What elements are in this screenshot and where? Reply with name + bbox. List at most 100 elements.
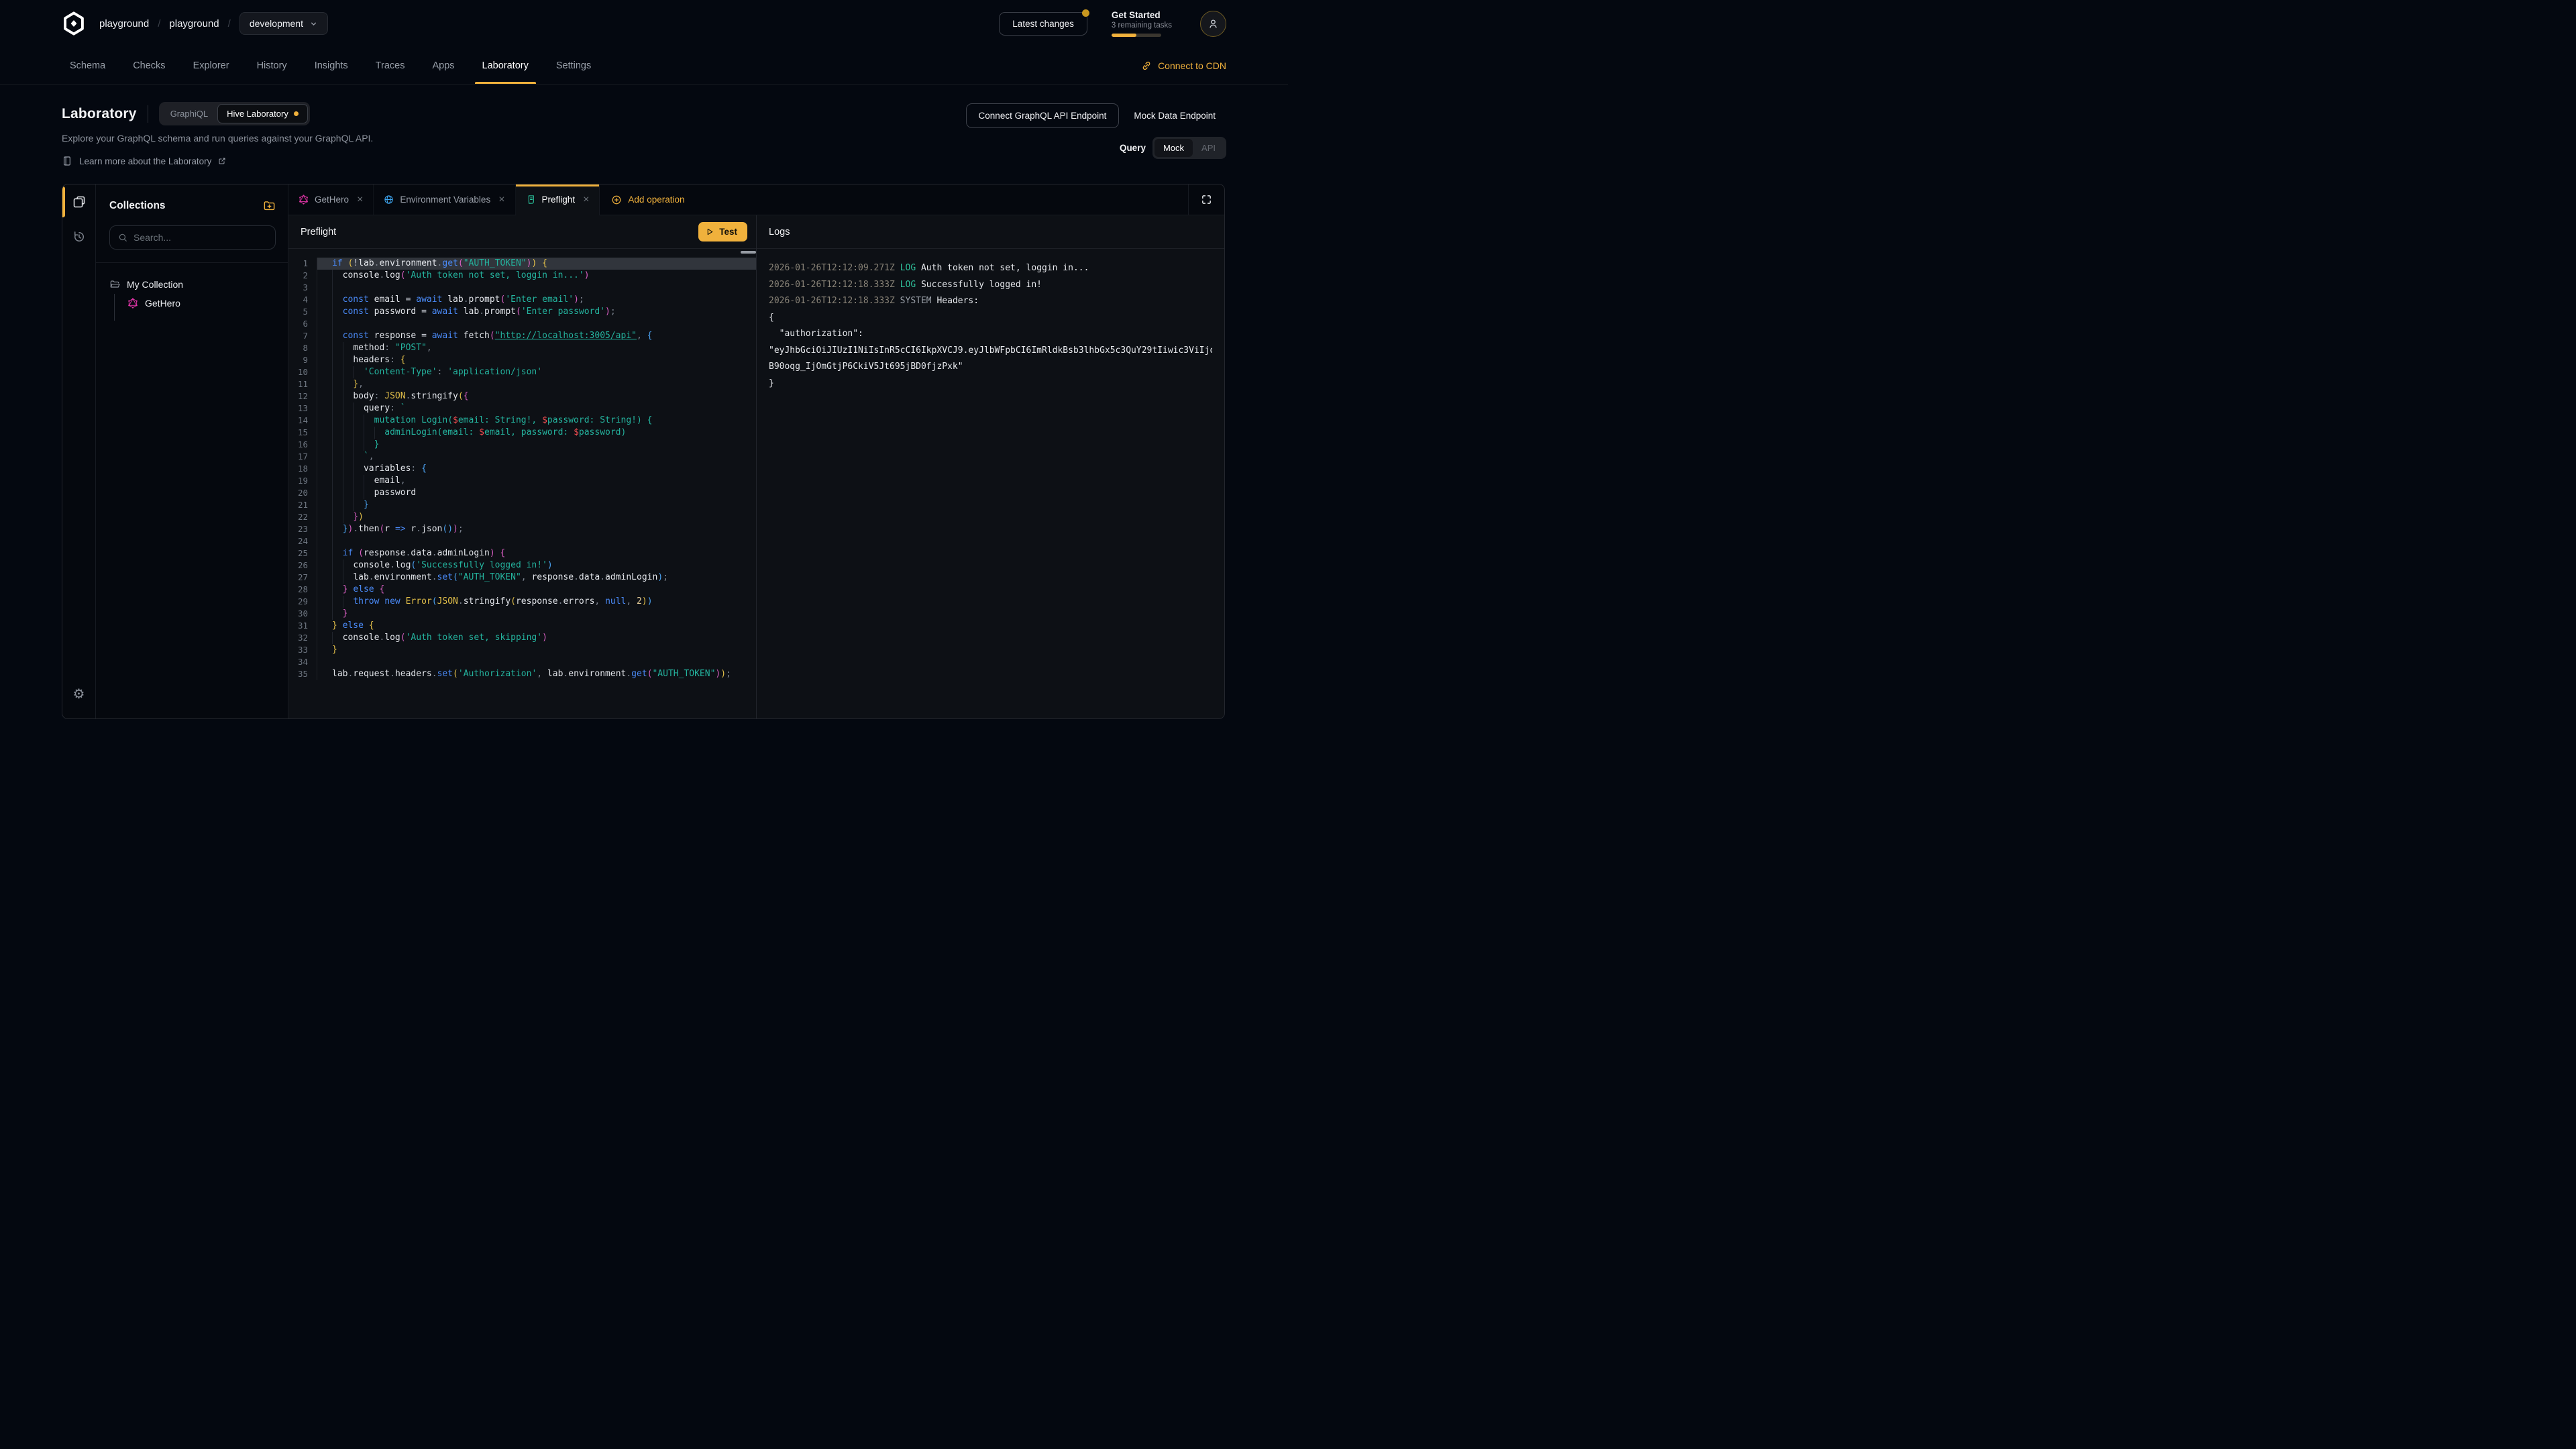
rail-settings-button[interactable]: ⚙ bbox=[62, 677, 95, 712]
log-line: 2026-01-26T12:12:18.333Z SYSTEM Headers: bbox=[769, 293, 1212, 310]
tab-label: Environment Variables bbox=[400, 195, 490, 205]
code-line[interactable]: 17 `, bbox=[288, 451, 756, 463]
folder-plus-icon[interactable] bbox=[263, 199, 276, 212]
line-number: 24 bbox=[288, 535, 317, 547]
code-line[interactable]: 27 lab.environment.set("AUTH_TOKEN", res… bbox=[288, 572, 756, 584]
code-line[interactable]: 6 bbox=[288, 318, 756, 330]
history-icon bbox=[72, 230, 86, 244]
indent-guide bbox=[332, 632, 333, 644]
indent-guide bbox=[332, 451, 333, 463]
rail-history-button[interactable] bbox=[62, 219, 95, 254]
code-line[interactable]: 28 } else { bbox=[288, 584, 756, 596]
line-number: 4 bbox=[288, 294, 317, 306]
mode-hive-laboratory[interactable]: Hive Laboratory bbox=[217, 104, 308, 123]
query-label: Query bbox=[1120, 143, 1146, 153]
query-mode-api[interactable]: API bbox=[1193, 139, 1224, 157]
close-tab-icon[interactable]: × bbox=[583, 195, 589, 205]
query-mode-mock[interactable]: Mock bbox=[1155, 139, 1193, 157]
code-line[interactable]: 32 console.log('Auth token set, skipping… bbox=[288, 632, 756, 644]
code-line[interactable]: 13 query: ` bbox=[288, 402, 756, 415]
code-editor[interactable]: 1if (!lab.environment.get("AUTH_TOKEN"))… bbox=[288, 249, 756, 718]
code-line[interactable]: 11 }, bbox=[288, 378, 756, 390]
fullscreen-button[interactable] bbox=[1188, 184, 1224, 215]
nav-tab-explorer[interactable]: Explorer bbox=[193, 47, 229, 84]
code-line[interactable]: 18 variables: { bbox=[288, 463, 756, 475]
latest-changes-button[interactable]: Latest changes bbox=[999, 12, 1087, 36]
hive-logo-icon[interactable] bbox=[62, 11, 86, 36]
code-line[interactable]: 10 'Content-Type': 'application/json' bbox=[288, 366, 756, 378]
get-started-subtitle: 3 remaining tasks bbox=[1112, 21, 1172, 30]
code-line[interactable]: 24 bbox=[288, 535, 756, 547]
mode-graphiql[interactable]: GraphiQL bbox=[161, 104, 217, 123]
connect-graphql-api-endpoint-button[interactable]: Connect GraphQL API Endpoint bbox=[966, 103, 1120, 128]
collection-operation-gethero[interactable]: GetHero bbox=[127, 295, 278, 311]
nav-tab-traces[interactable]: Traces bbox=[376, 47, 405, 84]
logs-output[interactable]: 2026-01-26T12:12:09.271Z LOG Auth token … bbox=[757, 249, 1224, 718]
code-line[interactable]: 19 email, bbox=[288, 475, 756, 487]
code-line[interactable]: 8 method: "POST", bbox=[288, 342, 756, 354]
code-line[interactable]: 3 bbox=[288, 282, 756, 294]
code-line[interactable]: 15 adminLogin(email: $email, password: $… bbox=[288, 427, 756, 439]
rail-collections-button[interactable] bbox=[62, 184, 95, 219]
code-line[interactable]: 7 const response = await fetch("http://l… bbox=[288, 330, 756, 342]
user-avatar[interactable] bbox=[1200, 11, 1226, 37]
tab-preflight[interactable]: Preflight× bbox=[516, 184, 600, 215]
ui-mode-toggle: GraphiQL Hive Laboratory bbox=[159, 102, 310, 125]
code-line[interactable]: 34 bbox=[288, 656, 756, 668]
get-started-widget[interactable]: Get Started 3 remaining tasks bbox=[1112, 10, 1172, 37]
code-line[interactable]: 30 } bbox=[288, 608, 756, 620]
code-line[interactable]: 21 } bbox=[288, 499, 756, 511]
code-line[interactable]: 9 headers: { bbox=[288, 354, 756, 366]
nav-tab-schema[interactable]: Schema bbox=[70, 47, 105, 84]
editor-scrollbar-thumb[interactable] bbox=[741, 251, 756, 254]
code-line[interactable]: 26 console.log('Successfully logged in!'… bbox=[288, 559, 756, 572]
code-line[interactable]: 16 } bbox=[288, 439, 756, 451]
breadcrumb-org[interactable]: playground bbox=[99, 18, 149, 30]
nav-tab-insights[interactable]: Insights bbox=[315, 47, 348, 84]
nav-tab-settings[interactable]: Settings bbox=[556, 47, 591, 84]
nav-tab-apps[interactable]: Apps bbox=[432, 47, 454, 84]
code-line[interactable]: 4 const email = await lab.prompt('Enter … bbox=[288, 294, 756, 306]
code-line[interactable]: 23 }).then(r => r.json()); bbox=[288, 523, 756, 535]
target-selector[interactable]: development bbox=[239, 12, 328, 35]
close-tab-icon[interactable]: × bbox=[498, 195, 504, 205]
indent-guide bbox=[332, 282, 333, 294]
mode-hive-laboratory-label: Hive Laboratory bbox=[227, 109, 288, 119]
tab-gethero[interactable]: GetHero × bbox=[288, 184, 374, 215]
collections-title: Collections bbox=[109, 200, 166, 212]
tab-environment-variables[interactable]: Environment Variables × bbox=[374, 184, 515, 215]
line-number: 3 bbox=[288, 282, 317, 294]
code-line[interactable]: 2 console.log('Auth token not set, loggi… bbox=[288, 270, 756, 282]
code-line[interactable]: 5 const password = await lab.prompt('Ent… bbox=[288, 306, 756, 318]
editor-tabstrip: GetHero×Environment Variables×Preflight×… bbox=[288, 184, 1224, 215]
search-icon bbox=[118, 233, 127, 242]
nav-tab-history[interactable]: History bbox=[257, 47, 287, 84]
code-line[interactable]: 31} else { bbox=[288, 620, 756, 632]
close-tab-icon[interactable]: × bbox=[357, 195, 363, 205]
code-line[interactable]: 29 throw new Error(JSON.stringify(respon… bbox=[288, 596, 756, 608]
collection-folder[interactable]: My Collection bbox=[109, 276, 278, 292]
editor-panel-title: Preflight bbox=[301, 227, 336, 237]
code-line[interactable]: 25 if (response.data.adminLogin) { bbox=[288, 547, 756, 559]
code-line[interactable]: 35lab.request.headers.set('Authorization… bbox=[288, 668, 756, 680]
line-number: 28 bbox=[288, 584, 317, 596]
code-line[interactable]: 33} bbox=[288, 644, 756, 656]
connect-to-cdn-link[interactable]: Connect to CDN bbox=[1141, 47, 1226, 84]
add-operation-button[interactable]: Add operation bbox=[600, 184, 696, 215]
nav-tab-checks[interactable]: Checks bbox=[133, 47, 165, 84]
code-line[interactable]: 1if (!lab.environment.get("AUTH_TOKEN"))… bbox=[288, 258, 756, 270]
mock-data-endpoint-button[interactable]: Mock Data Endpoint bbox=[1123, 104, 1226, 127]
logs-panel: Logs 2026-01-26T12:12:09.271Z LOG Auth t… bbox=[757, 215, 1224, 718]
code-line[interactable]: 22 }) bbox=[288, 511, 756, 523]
code-line[interactable]: 12 body: JSON.stringify({ bbox=[288, 390, 756, 402]
indent-guide bbox=[332, 572, 333, 584]
search-input[interactable] bbox=[133, 232, 267, 243]
breadcrumb-project[interactable]: playground bbox=[169, 18, 219, 30]
collections-search[interactable] bbox=[109, 225, 276, 250]
test-button[interactable]: Test bbox=[698, 222, 747, 241]
code-line[interactable]: 14 mutation Login($email: String!, $pass… bbox=[288, 415, 756, 427]
indent-guide bbox=[332, 378, 333, 390]
tab-label: GetHero bbox=[315, 195, 349, 205]
nav-tab-laboratory[interactable]: Laboratory bbox=[482, 47, 529, 84]
code-line[interactable]: 20 password bbox=[288, 487, 756, 499]
